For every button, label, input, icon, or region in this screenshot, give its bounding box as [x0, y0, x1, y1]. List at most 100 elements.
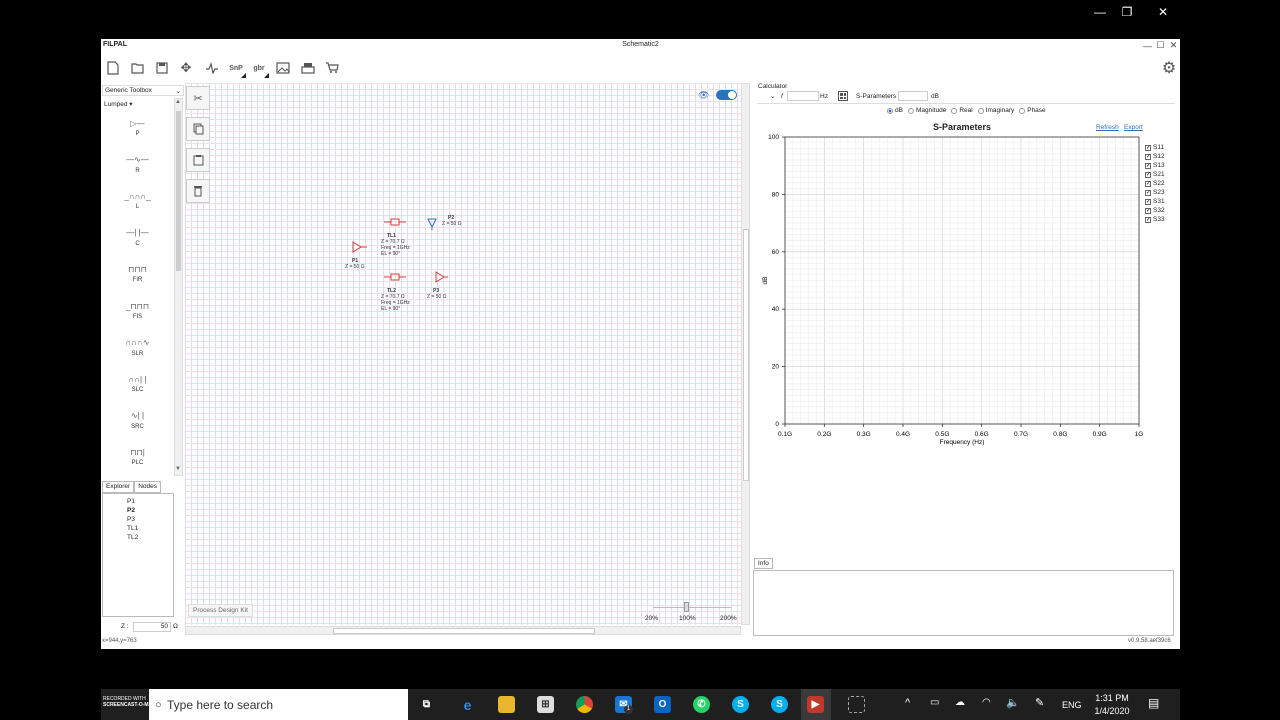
impedance-input[interactable]: 50 — [133, 622, 171, 632]
radio-db[interactable]: dB — [887, 107, 903, 114]
export-link[interactable]: Export — [1124, 124, 1143, 131]
chrome-icon[interactable] — [576, 696, 593, 713]
explorer-item[interactable]: TL2 — [103, 533, 173, 542]
tab-nodes[interactable]: Nodes — [134, 481, 162, 493]
toolbox-category[interactable]: Lumped ▾ — [104, 100, 133, 108]
zoom-slider-handle[interactable] — [684, 602, 689, 612]
toolbox-item-c[interactable]: —| |— C — [115, 225, 160, 255]
process-design-kit-button[interactable]: Process Design Kit — [188, 604, 253, 617]
toolbox-item-slr[interactable]: ∩∩∩∿ SLR — [115, 335, 160, 365]
toolbox-item-r[interactable]: —∿— R — [115, 152, 160, 182]
toolbox-item-fir[interactable]: ⊓⊓⊓ FIR — [115, 261, 160, 291]
legend-item-s11[interactable]: ✓ S11 — [1145, 143, 1165, 152]
new-file-icon[interactable] — [103, 58, 123, 78]
open-folder-icon[interactable] — [128, 58, 148, 78]
legend-item-s23[interactable]: ✓ S23 — [1145, 188, 1165, 197]
scroll-down-icon[interactable]: ▼ — [175, 466, 181, 472]
whatsapp-icon[interactable]: ✆ — [693, 696, 710, 713]
scroll-up-icon[interactable]: ▲ — [175, 99, 181, 105]
tline-tl1[interactable] — [384, 218, 406, 226]
outer-maximize-button[interactable]: ❐ — [1109, 0, 1145, 24]
legend-item-s22[interactable]: ✓ S22 — [1145, 179, 1165, 188]
language-indicator[interactable]: ENG — [1062, 700, 1082, 710]
refresh-link[interactable]: Refresh — [1096, 124, 1119, 131]
save-icon[interactable] — [152, 58, 172, 78]
chevron-down-icon[interactable]: ⌄ — [770, 92, 775, 100]
tab-explorer[interactable]: Explorer — [102, 481, 135, 493]
radio-magnitude[interactable]: Magnitude — [907, 107, 946, 114]
eye-icon[interactable]: 👁 — [698, 90, 709, 101]
chart-legend: ✓ S11 ✓ S12 ✓ S13 ✓ S21 ✓ S22 ✓ S23 ✓ S31 ✓ S32 ✓ S33 — [1145, 143, 1165, 224]
port-p3[interactable] — [435, 271, 448, 283]
explorer-item[interactable]: P2 — [103, 506, 173, 515]
cloud-icon[interactable]: ☁ — [955, 697, 965, 708]
visibility-toggle[interactable] — [716, 90, 737, 100]
close-button[interactable]: ✕ — [1168, 39, 1179, 52]
snp-button[interactable]: SnP — [226, 58, 246, 78]
tline-tl2[interactable] — [384, 273, 406, 281]
legend-item-s33[interactable]: ✓ S33 — [1145, 215, 1165, 224]
edge-icon[interactable]: e — [459, 696, 476, 713]
zoom-slider-track[interactable] — [653, 607, 731, 608]
chevron-up-icon[interactable]: ^ — [905, 697, 910, 709]
taskbar-search[interactable]: ○ Type here to search — [149, 689, 408, 720]
explorer-item[interactable]: TL1 — [103, 524, 173, 533]
toolbox-scrollbar[interactable] — [174, 98, 183, 476]
print-icon[interactable] — [298, 58, 318, 78]
clock[interactable]: 1:31 PM 1/4/2020 — [1092, 693, 1132, 716]
tab-info[interactable]: Info — [754, 558, 773, 569]
legend-item-s31[interactable]: ✓ S31 — [1145, 197, 1165, 206]
canvas-vertical-scrollbar[interactable] — [741, 83, 750, 625]
notification-icon[interactable]: ▤ — [1148, 696, 1159, 710]
explorer-item[interactable]: P3 — [103, 515, 173, 524]
gbr-button[interactable]: gbr — [249, 58, 269, 78]
toolbox-item-fis[interactable]: _⊓⊓⊓ FIS — [115, 298, 160, 328]
cut-icon[interactable]: ✂ — [186, 86, 210, 110]
legend-item-s32[interactable]: ✓ S32 — [1145, 206, 1165, 215]
toolbox-item-slc[interactable]: ∩∩| | SLC — [115, 371, 160, 401]
toolbox-item-p[interactable]: ▷— P — [115, 115, 160, 145]
version-label: v0.9.58.aef39c6 — [1128, 638, 1171, 644]
minimize-button[interactable]: — — [1142, 39, 1153, 52]
schematic-canvas[interactable] — [185, 83, 741, 625]
radio-real[interactable]: Real — [951, 107, 973, 114]
waveform-icon[interactable] — [202, 58, 222, 78]
skype-business-icon[interactable]: S — [771, 696, 788, 713]
outer-close-button[interactable]: ✕ — [1145, 0, 1181, 24]
radio-imaginary[interactable]: Imaginary — [977, 107, 1014, 114]
paste-icon[interactable] — [186, 148, 210, 172]
wifi-icon[interactable]: ◠ — [982, 697, 991, 708]
toolbox-item-src[interactable]: ∿| | SRC — [115, 408, 160, 438]
port-p2[interactable] — [427, 218, 437, 230]
selection-tool-icon[interactable] — [848, 696, 865, 713]
port-p1[interactable] — [352, 241, 367, 253]
outlook-icon[interactable]: O — [654, 696, 671, 713]
active-app-slot[interactable]: ▶ — [801, 689, 831, 720]
toolbox-item-plc[interactable]: ⊓⊓| PLC — [115, 444, 160, 474]
pen-icon[interactable]: ✎ — [1035, 696, 1044, 709]
toolbox-selector[interactable]: Generic Toolbox ⌄ — [102, 85, 184, 96]
legend-item-s12[interactable]: ✓ S12 — [1145, 152, 1165, 161]
canvas-horizontal-scrollbar[interactable] — [185, 626, 741, 635]
settings-gear-icon[interactable]: ⚙ — [1159, 58, 1179, 78]
frequency-unit: Hz — [820, 93, 828, 100]
image-export-icon[interactable] — [273, 58, 293, 78]
copy-icon[interactable] — [186, 117, 210, 141]
move-icon[interactable]: ✥ — [176, 58, 196, 78]
legend-item-s13[interactable]: ✓ S13 — [1145, 161, 1165, 170]
legend-item-s21[interactable]: ✓ S21 — [1145, 170, 1165, 179]
file-explorer-icon[interactable] — [498, 696, 515, 713]
radio-phase[interactable]: Phase — [1019, 107, 1046, 114]
frequency-input[interactable] — [787, 91, 819, 101]
explorer-item[interactable]: P1 — [103, 497, 173, 506]
calculator-grid-icon[interactable] — [838, 91, 848, 101]
delete-icon[interactable] — [186, 179, 210, 203]
task-view-icon[interactable]: ⧉ — [418, 696, 435, 713]
store-icon[interactable]: ⊞ — [537, 696, 554, 713]
volume-icon[interactable]: 🔈 — [1006, 696, 1020, 709]
battery-icon[interactable]: ▭ — [930, 697, 939, 708]
cart-icon[interactable] — [322, 58, 342, 78]
skype-icon[interactable]: S — [732, 696, 749, 713]
maximize-button[interactable]: ☐ — [1155, 39, 1166, 52]
toolbox-item-l[interactable]: _∩∩∩_ L — [115, 188, 160, 218]
